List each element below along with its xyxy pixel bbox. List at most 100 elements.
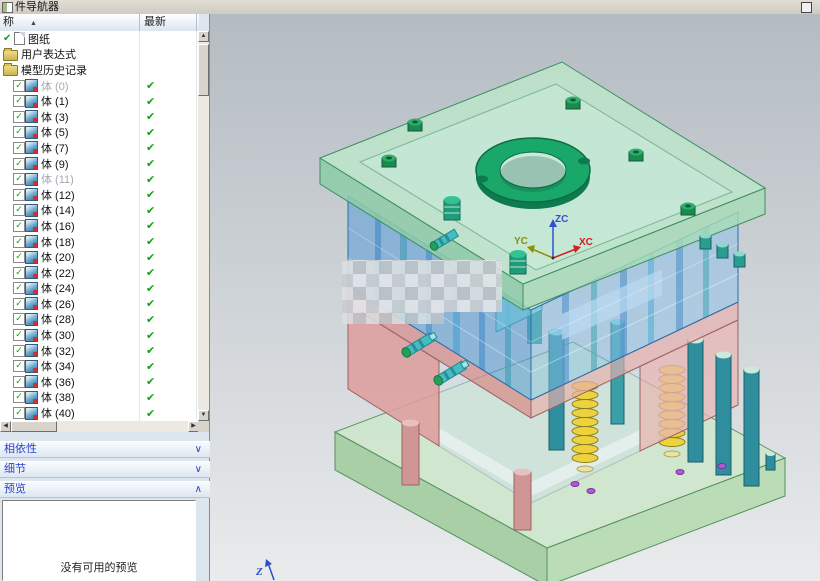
tree-row[interactable]: ✓ 体 (18) ✔ <box>0 234 199 250</box>
tree-row[interactable]: ✓ 体 (5) ✔ <box>0 125 199 141</box>
body-icon <box>25 172 38 186</box>
tree-row[interactable]: ✓ 体 (0) ✔ <box>0 78 199 94</box>
visibility-checkbox[interactable]: ✓ <box>13 251 25 264</box>
cad-model-canvas[interactable]: ZC YC XC Z <box>210 14 820 581</box>
tree-vertical-scrollbar[interactable]: ▲ ▼ <box>198 31 209 421</box>
tree-item-label: 体 (40) <box>41 408 75 421</box>
name-column-header[interactable]: 称 ▲ <box>3 14 37 32</box>
tree-row[interactable]: ✔ 图纸 <box>0 31 199 47</box>
horizontal-scroll-thumb[interactable] <box>11 421 57 432</box>
tree-row[interactable]: ✓ 体 (11) ✔ <box>0 171 199 187</box>
scroll-up-button[interactable]: ▲ <box>198 31 209 42</box>
body-icon <box>25 281 38 295</box>
latest-check-icon: ✔ <box>146 111 156 124</box>
scroll-left-button[interactable]: ◀ <box>0 421 11 432</box>
latest-check-icon: ✔ <box>146 236 156 249</box>
body-icon <box>25 94 38 108</box>
sort-asc-icon: ▲ <box>30 20 37 27</box>
feature-tree[interactable]: ✔ 图纸 用户表达式 模型历史记录 ✓ 体 (0) ✔ ✓ 体 (1) ✔ ✓ 体 (3) ✔ ✓ 体 (5… <box>0 31 199 421</box>
body-icon <box>25 266 38 280</box>
body-icon <box>25 390 38 404</box>
tree-row[interactable]: ✓ 体 (1) ✔ <box>0 93 199 109</box>
visibility-checkbox[interactable]: ✓ <box>13 79 25 92</box>
scrollbar-corner <box>198 421 209 432</box>
chevron-down-icon[interactable]: ∨ <box>195 462 202 477</box>
window-restore-button[interactable] <box>801 2 812 13</box>
scroll-down-button[interactable]: ▼ <box>198 410 209 421</box>
zc-axis-label: ZC <box>555 214 568 225</box>
chevron-down-icon[interactable]: ∨ <box>195 442 202 457</box>
visibility-checkbox[interactable]: ✓ <box>13 219 25 232</box>
part-navigator-panel: 称 ▲ 最新 ✔ 图纸 用户表达式 模型历史记录 ✓ 体 (0) ✔ ✓ 体 (1) ✔ ✓ 体 (3)… <box>0 14 210 581</box>
xc-axis-label: XC <box>579 237 593 248</box>
tree-column-header[interactable]: 称 ▲ 最新 <box>0 14 199 32</box>
visibility-checkbox[interactable]: ✓ <box>13 329 25 342</box>
latest-check-icon: ✔ <box>146 329 156 342</box>
visibility-checkbox[interactable]: ✓ <box>13 204 25 217</box>
latest-check-icon: ✔ <box>146 95 156 108</box>
visibility-checkbox[interactable]: ✓ <box>13 110 25 123</box>
visibility-checkbox[interactable]: ✓ <box>13 391 25 404</box>
graphics-viewport[interactable]: ZC YC XC Z <box>210 14 820 581</box>
tree-row[interactable]: ✓ 体 (30) ✔ <box>0 327 199 343</box>
visibility-checkbox[interactable]: ✓ <box>13 344 25 357</box>
tree-row[interactable]: ✓ 体 (3) ✔ <box>0 109 199 125</box>
body-icon <box>25 297 38 311</box>
tree-item-label: 体 (0) <box>41 80 69 93</box>
tree-item-label: 体 (1) <box>41 96 69 109</box>
tree-horizontal-scrollbar[interactable]: ◀ ▶ <box>0 421 199 432</box>
section-details[interactable]: 细节 ∨ <box>0 461 210 478</box>
visibility-checkbox[interactable]: ✓ <box>13 141 25 154</box>
visibility-checkbox[interactable]: ✓ <box>13 126 25 139</box>
tree-row[interactable]: ✓ 体 (14) ✔ <box>0 203 199 219</box>
tree-row[interactable]: ✓ 体 (28) ✔ <box>0 312 199 328</box>
tree-row[interactable]: ✓ 体 (38) ✔ <box>0 390 199 406</box>
tree-row[interactable]: ✓ 体 (26) ✔ <box>0 296 199 312</box>
latest-check-icon: ✔ <box>146 345 156 358</box>
visibility-checkbox[interactable]: ✓ <box>13 188 25 201</box>
tree-row[interactable]: ✓ 体 (40) ✔ <box>0 405 199 421</box>
tree-row[interactable]: ✓ 体 (22) ✔ <box>0 265 199 281</box>
body-icon <box>25 79 38 93</box>
tree-row[interactable]: ✓ 体 (34) ✔ <box>0 358 199 374</box>
tree-row[interactable]: 模型历史记录 <box>0 62 199 78</box>
visibility-checkbox[interactable]: ✓ <box>13 375 25 388</box>
visibility-checkbox[interactable]: ✓ <box>13 360 25 373</box>
tree-row[interactable]: ✓ 体 (24) ✔ <box>0 281 199 297</box>
tree-row[interactable]: ✓ 体 (12) ✔ <box>0 187 199 203</box>
preview-empty-text: 没有可用的预览 <box>60 562 138 574</box>
latest-column-header[interactable]: 最新 <box>144 14 166 31</box>
tree-row[interactable]: ✓ 体 (16) ✔ <box>0 218 199 234</box>
tree-item-label: 体 (5) <box>41 127 69 140</box>
vertical-scroll-thumb[interactable] <box>198 44 209 96</box>
visibility-checkbox[interactable]: ✓ <box>13 235 25 248</box>
body-icon <box>25 235 38 249</box>
tree-row[interactable]: ✓ 体 (20) ✔ <box>0 249 199 265</box>
visibility-checkbox[interactable]: ✓ <box>13 157 25 170</box>
latest-check-icon: ✔ <box>146 142 156 155</box>
visibility-checkbox[interactable]: ✓ <box>13 297 25 310</box>
tree-row[interactable]: 用户表达式 <box>0 47 199 63</box>
visibility-checkbox[interactable]: ✓ <box>13 95 25 108</box>
visibility-checkbox[interactable]: ✓ <box>13 266 25 279</box>
latest-check-icon: ✔ <box>146 173 156 186</box>
body-icon <box>25 203 38 217</box>
tree-item-label: 体 (3) <box>41 111 69 124</box>
section-dependencies[interactable]: 相依性 ∨ <box>0 441 210 458</box>
visibility-checkbox[interactable]: ✓ <box>13 313 25 326</box>
preview-area: 没有可用的预览 <box>2 500 196 581</box>
latest-check-icon: ✔ <box>146 360 156 373</box>
tree-row[interactable]: ✓ 体 (32) ✔ <box>0 343 199 359</box>
tree-item-label: 体 (7) <box>41 142 69 155</box>
tree-row[interactable]: ✓ 体 (7) ✔ <box>0 140 199 156</box>
section-preview[interactable]: 预览 ∧ <box>0 481 210 498</box>
chevron-up-icon[interactable]: ∧ <box>195 482 202 497</box>
visibility-checkbox[interactable]: ✓ <box>13 407 25 420</box>
tree-row[interactable]: ✓ 体 (36) ✔ <box>0 374 199 390</box>
visibility-checkbox[interactable]: ✓ <box>13 173 25 186</box>
tree-item-label: 体 (22) <box>41 267 75 280</box>
visibility-checkbox[interactable]: ✓ <box>13 282 25 295</box>
latest-check-icon: ✔ <box>146 80 156 93</box>
tree-row[interactable]: ✓ 体 (9) ✔ <box>0 156 199 172</box>
tree-item-label: 体 (28) <box>41 314 75 327</box>
